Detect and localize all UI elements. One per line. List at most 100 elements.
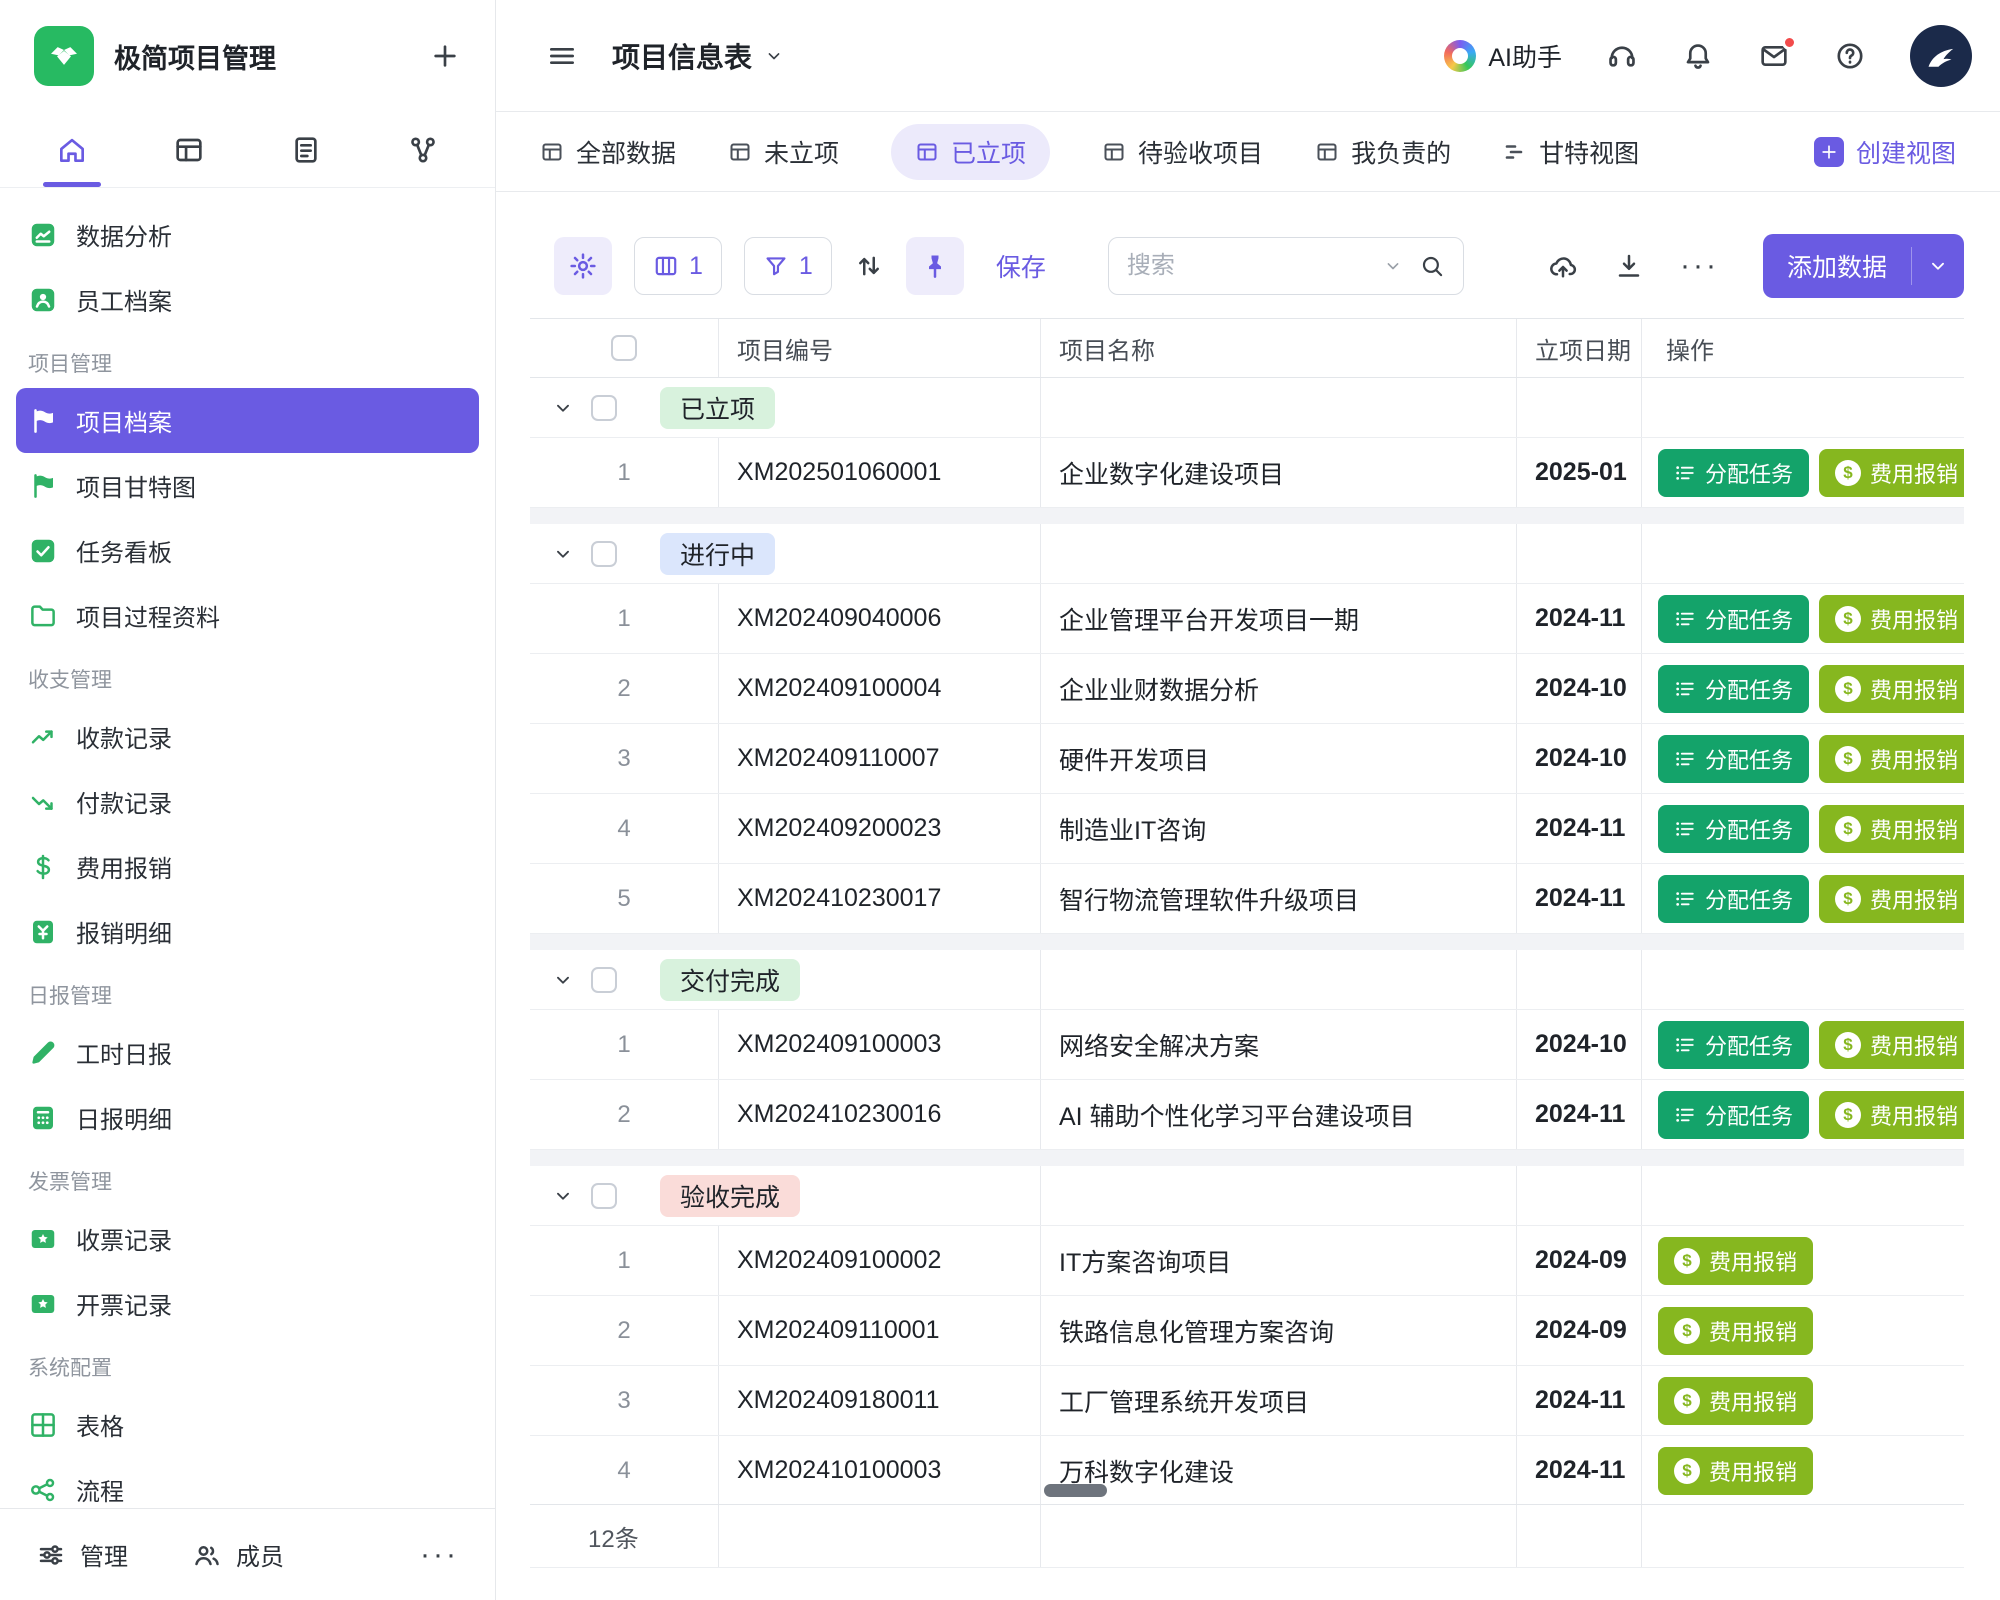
table-row[interactable]: 2XM202409100004企业业财数据分析2024-10分配任务$费用报销 (530, 654, 1964, 724)
field-config-button[interactable]: 1 (634, 237, 722, 295)
expense-task-button[interactable]: $费用报销 (1819, 735, 1964, 783)
ai-assistant-button[interactable]: AI助手 (1444, 38, 1562, 74)
support-icon[interactable] (1606, 40, 1638, 72)
expense-task-button[interactable]: $费用报销 (1658, 1307, 1813, 1355)
search-scope-chevron-icon[interactable] (1383, 256, 1403, 276)
assign-task-button[interactable]: 分配任务 (1658, 1091, 1809, 1139)
search-icon[interactable] (1419, 253, 1445, 279)
filter-button[interactable]: 1 (744, 237, 832, 295)
column-header-project-code[interactable]: 项目编号 (718, 319, 1040, 377)
sidebar-item-工时日报[interactable]: 工时日报 (16, 1020, 479, 1085)
menu-toggle-icon[interactable] (546, 40, 578, 72)
expense-task-button[interactable]: $费用报销 (1819, 1091, 1964, 1139)
table-row[interactable]: 1XM202409100002IT方案咨询项目2024-09$费用报销 (530, 1226, 1964, 1296)
sidebar-item-项目过程资料[interactable]: 项目过程资料 (16, 583, 479, 648)
import-icon[interactable] (1548, 251, 1578, 281)
horizontal-scrollbar-thumb[interactable] (1044, 1484, 1107, 1497)
sidebar-item-日报明细[interactable]: 日报明细 (16, 1085, 479, 1150)
expense-task-button[interactable]: $费用报销 (1819, 875, 1964, 923)
table-row[interactable]: 5XM202410230017智行物流管理软件升级项目2024-11分配任务$费… (530, 864, 1964, 934)
notifications-icon[interactable] (1682, 40, 1714, 72)
content-area: 1 1 保存 ··· (496, 192, 2000, 1600)
group-checkbox[interactable] (591, 967, 617, 993)
add-data-button[interactable]: 添加数据 (1763, 234, 1964, 298)
group-checkbox[interactable] (591, 395, 617, 421)
sidebar-item-收款记录[interactable]: 收款记录 (16, 704, 479, 769)
table-row[interactable]: 1XM202409040006企业管理平台开发项目一期2024-11分配任务$费… (530, 584, 1964, 654)
pin-button[interactable] (906, 237, 964, 295)
search-input[interactable] (1127, 252, 1367, 280)
view-tab-我负责的[interactable]: 我负责的 (1315, 134, 1451, 170)
sidebar-item-表格[interactable]: 表格 (16, 1392, 479, 1457)
sidebar-item-报销明细[interactable]: 报销明细 (16, 899, 479, 964)
assign-task-button[interactable]: 分配任务 (1658, 735, 1809, 783)
expense-task-button[interactable]: $费用报销 (1819, 449, 1964, 497)
sidebar-item-员工档案[interactable]: 员工档案 (16, 267, 479, 332)
assign-task-button[interactable]: 分配任务 (1658, 875, 1809, 923)
view-tab-已立项[interactable]: 已立项 (891, 124, 1050, 180)
column-header-start-date[interactable]: 立项日期 (1516, 319, 1641, 377)
sort-icon[interactable] (854, 251, 884, 281)
expense-task-button[interactable]: $费用报销 (1658, 1377, 1813, 1425)
save-button[interactable]: 保存 (996, 248, 1046, 284)
sidebar-item-付款记录[interactable]: 付款记录 (16, 769, 479, 834)
add-workspace-icon[interactable] (429, 40, 461, 72)
table-row[interactable]: 4XM202409200023制造业IT咨询2024-11分配任务$费用报销 (530, 794, 1964, 864)
expense-task-button[interactable]: $费用报销 (1658, 1237, 1813, 1285)
view-tab-未立项[interactable]: 未立项 (728, 134, 839, 170)
expense-task-button[interactable]: $费用报销 (1819, 665, 1964, 713)
tab-tables[interactable] (146, 112, 232, 187)
tab-home[interactable] (29, 112, 115, 187)
select-all-checkbox[interactable] (611, 335, 637, 361)
action-button-label: 费用报销 (1870, 1099, 1958, 1131)
table-row[interactable]: 1XM202409100003网络安全解决方案2024-10分配任务$费用报销 (530, 1010, 1964, 1080)
assign-task-button[interactable]: 分配任务 (1658, 1021, 1809, 1069)
members-button[interactable]: 成员 (192, 1537, 284, 1572)
toolbar-more-button[interactable]: ··· (1680, 251, 1719, 281)
expense-task-button[interactable]: $费用报销 (1819, 595, 1964, 643)
sidebar-item-开票记录[interactable]: 开票记录 (16, 1271, 479, 1336)
table-row[interactable]: 3XM202409110007硬件开发项目2024-10分配任务$费用报销 (530, 724, 1964, 794)
group-checkbox[interactable] (591, 541, 617, 567)
create-view-button[interactable]: 创建视图 (1814, 134, 1956, 170)
sidebar-item-费用报销[interactable]: 费用报销 (16, 834, 479, 899)
view-tab-甘特视图[interactable]: 甘特视图 (1503, 134, 1639, 170)
tab-flows[interactable] (380, 112, 466, 187)
table-row[interactable]: 2XM202409110001铁路信息化管理方案咨询2024-09$费用报销 (530, 1296, 1964, 1366)
table-row[interactable]: 3XM202409180011工厂管理系统开发项目2024-11$费用报销 (530, 1366, 1964, 1436)
sidebar-item-项目档案[interactable]: 项目档案 (16, 388, 479, 453)
assign-task-button[interactable]: 分配任务 (1658, 449, 1809, 497)
table-row[interactable]: 1XM202501060001企业数字化建设项目2025-01分配任务$费用报销 (530, 438, 1964, 508)
export-icon[interactable] (1614, 251, 1644, 281)
search-box[interactable] (1108, 237, 1464, 295)
expense-task-button[interactable]: $费用报销 (1819, 1021, 1964, 1069)
manage-button[interactable]: 管理 (36, 1537, 128, 1572)
tab-documents[interactable] (263, 112, 349, 187)
add-data-caret[interactable] (1912, 234, 1964, 298)
sidebar-item-数据分析[interactable]: 数据分析 (16, 202, 479, 267)
assign-task-button[interactable]: 分配任务 (1658, 805, 1809, 853)
expense-task-button[interactable]: $费用报销 (1658, 1447, 1813, 1495)
gantt-icon (1503, 140, 1527, 164)
column-header-actions[interactable]: 操作 (1641, 319, 1964, 377)
expense-task-button[interactable]: $费用报销 (1819, 805, 1964, 853)
view-tab-全部数据[interactable]: 全部数据 (540, 134, 676, 170)
inbox-button[interactable] (1758, 40, 1790, 72)
page-title[interactable]: 项目信息表 (612, 36, 784, 76)
view-tabs-bar: 全部数据 未立项 已立项 待验收项目 我负责的 甘特视图 创建视图 (496, 112, 2000, 192)
group-checkbox[interactable] (591, 1183, 617, 1209)
assign-task-button[interactable]: 分配任务 (1658, 595, 1809, 643)
table-row[interactable]: 4XM202410100003万科数字化建设2024-11$费用报销 (530, 1436, 1964, 1504)
table-row[interactable]: 2XM202410230016AI 辅助个性化学习平台建设项目2024-11分配… (530, 1080, 1964, 1150)
help-icon[interactable] (1834, 40, 1866, 72)
sidebar-item-收票记录[interactable]: 收票记录 (16, 1206, 479, 1271)
assign-task-button[interactable]: 分配任务 (1658, 665, 1809, 713)
view-tab-待验收项目[interactable]: 待验收项目 (1102, 134, 1263, 170)
sidebar-item-任务看板[interactable]: 任务看板 (16, 518, 479, 583)
avatar[interactable] (1910, 25, 1972, 87)
sidebar-more-button[interactable]: ··· (420, 1540, 459, 1570)
sidebar-item-流程[interactable]: 流程 (16, 1457, 479, 1508)
column-header-project-name[interactable]: 项目名称 (1040, 319, 1516, 377)
sidebar-item-项目甘特图[interactable]: 项目甘特图 (16, 453, 479, 518)
settings-button[interactable] (554, 237, 612, 295)
